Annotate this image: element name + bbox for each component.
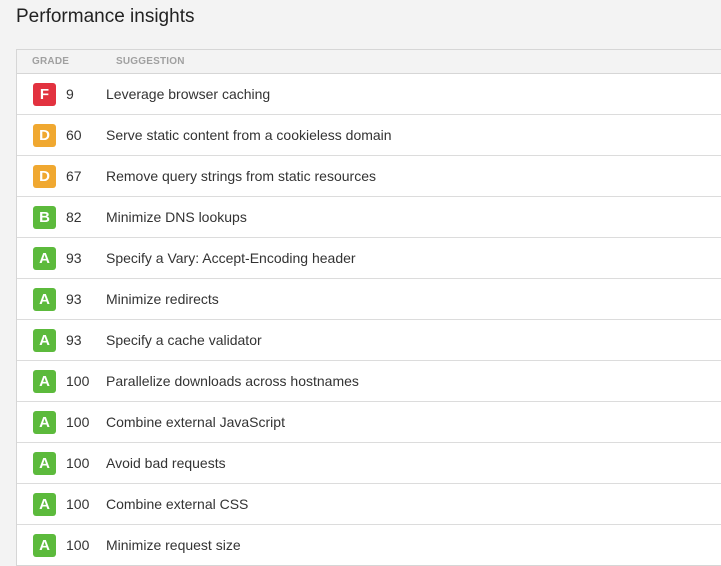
table-row[interactable]: A 93 Specify a Vary: Accept-Encoding heade… [17,238,721,279]
score-value: 100 [66,496,90,512]
table-row[interactable]: D 67 Remove query strings from static reso… [17,156,721,197]
score-value: 100 [66,537,90,553]
score-value: 9 [66,86,74,102]
score-value: 60 [66,127,82,143]
insights-table: GRADE SUGGESTION F 9 Leverage browser cach… [16,49,721,566]
suggestion-text: Avoid bad requests [106,455,226,471]
grade-badge: A [33,287,56,311]
score-value: 100 [66,414,90,430]
table-row[interactable]: A 100 Combine external CSS [17,484,721,525]
score-value: 82 [66,209,82,225]
table-row[interactable]: A 100 Minimize request size [17,525,721,565]
grade-badge: F [33,82,56,106]
table-row[interactable]: B 82 Minimize DNS lookups [17,197,721,238]
score-value: 93 [66,250,82,266]
suggestion-text: Combine external CSS [106,496,249,512]
column-header-suggestion[interactable]: SUGGESTION [116,56,185,67]
grade-badge: A [33,451,56,475]
suggestion-text: Serve static content from a cookieless d… [106,127,392,143]
table-row[interactable]: A 100 Parallelize downloads across hostnam… [17,361,721,402]
grade-badge: D [33,164,56,188]
column-header-grade[interactable]: GRADE [17,56,116,67]
suggestion-text: Minimize DNS lookups [106,209,247,225]
table-row[interactable]: A 93 Minimize redirects [17,279,721,320]
score-value: 67 [66,168,82,184]
grade-badge: D [33,123,56,147]
grade-badge: B [33,205,56,229]
table-row[interactable]: A 100 Avoid bad requests [17,443,721,484]
score-value: 93 [66,332,82,348]
suggestion-text: Minimize request size [106,537,241,553]
table-body: F 9 Leverage browser caching D 60 Serve stati… [17,74,721,565]
suggestion-text: Combine external JavaScript [106,414,285,430]
suggestion-text: Specify a Vary: Accept-Encoding header [106,250,356,266]
grade-badge: A [33,492,56,516]
table-row[interactable]: A 100 Combine external JavaScript [17,402,721,443]
grade-badge: A [33,246,56,270]
page-title: Performance insights [16,6,195,27]
score-value: 100 [66,373,90,389]
grade-badge: A [33,410,56,434]
suggestion-text: Leverage browser caching [106,86,271,102]
score-value: 100 [66,455,90,471]
table-row[interactable]: A 93 Specify a cache validator [17,320,721,361]
grade-badge: A [33,369,56,393]
table-row[interactable]: F 9 Leverage browser caching [17,74,721,115]
grade-badge: A [33,533,56,557]
grade-badge: A [33,328,56,352]
suggestion-text: Specify a cache validator [106,332,262,348]
table-header: GRADE SUGGESTION [17,50,721,74]
suggestion-text: Minimize redirects [106,291,219,307]
score-value: 93 [66,291,82,307]
suggestion-text: Parallelize downloads across hostnames [106,373,359,389]
suggestion-text: Remove query strings from static resourc… [106,168,376,184]
table-row[interactable]: D 60 Serve static content from a cookieles… [17,115,721,156]
